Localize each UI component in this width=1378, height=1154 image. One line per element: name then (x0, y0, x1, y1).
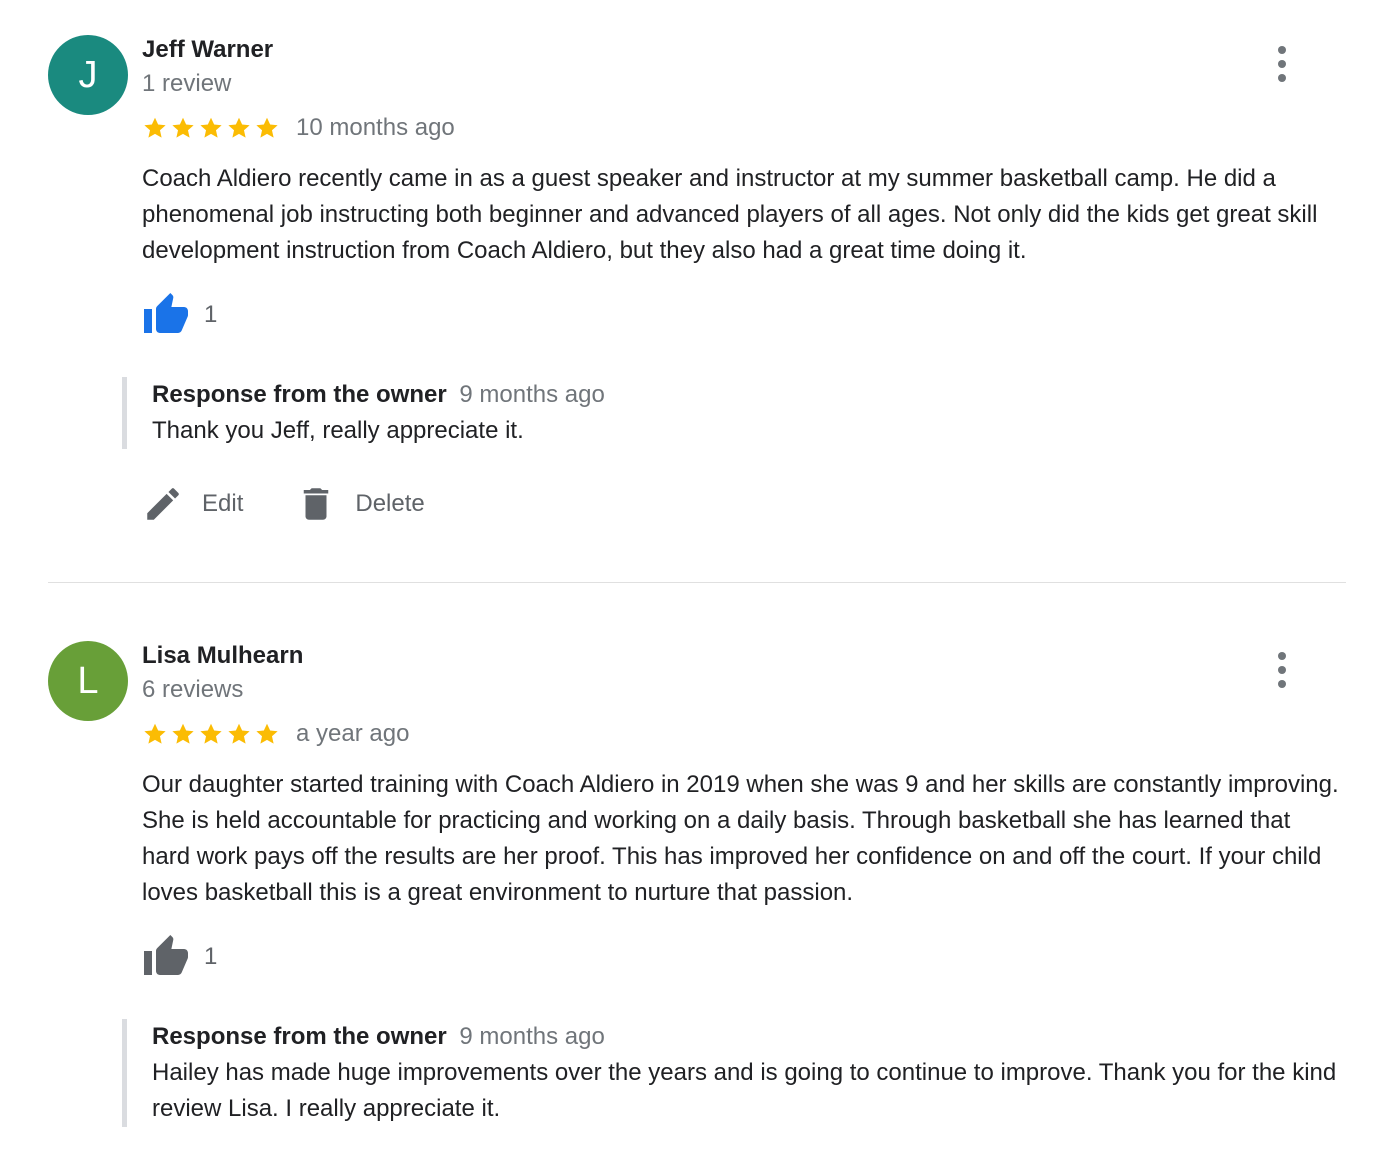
star-icon (144, 723, 166, 744)
delete-label: Delete (355, 490, 425, 517)
avatar[interactable]: L (48, 641, 128, 721)
more-dot-icon (1278, 46, 1286, 54)
owner-response-title: Response from the owner (152, 381, 447, 408)
review-text: Our daughter started training with Coach… (142, 771, 1339, 906)
review-text: Coach Aldiero recently came in as a gues… (142, 165, 1318, 264)
reviewer-review-count: 1 review (142, 70, 232, 97)
like-row: 1 (142, 933, 217, 981)
star-icon (228, 723, 250, 744)
more-dot-icon (1278, 60, 1286, 68)
star-rating (142, 115, 280, 141)
star-icon (200, 117, 222, 138)
reviewer-name[interactable]: Jeff Warner (142, 36, 273, 64)
star-icon (228, 117, 250, 138)
star-icon (172, 723, 194, 744)
owner-response-header: Response from the owner 9 months ago (152, 377, 1352, 413)
pencil-icon (147, 488, 179, 520)
owner-response-header: Response from the owner 9 months ago (152, 1019, 1352, 1055)
owner-response-text: Thank you Jeff, really appreciate it. (152, 417, 524, 444)
review-time: a year ago (296, 720, 410, 747)
avatar-initial: J (78, 53, 98, 96)
owner-response-time: 9 months ago (459, 381, 605, 408)
response-actions: Edit Delete (142, 483, 477, 525)
more-options-button[interactable] (1266, 42, 1298, 86)
delete-button[interactable]: Delete (295, 483, 425, 525)
rating-row: a year ago (142, 720, 409, 748)
owner-response: Response from the owner 9 months ago Hai… (122, 1019, 1352, 1127)
more-dot-icon (1278, 74, 1286, 82)
review-divider (48, 582, 1346, 583)
more-dot-icon (1278, 680, 1286, 688)
edit-button[interactable]: Edit (142, 483, 243, 525)
thumbs-up-icon[interactable] (142, 291, 190, 339)
star-rating (142, 721, 280, 747)
star-icon (256, 723, 278, 744)
reviewer-review-count: 6 reviews (142, 676, 244, 703)
review-time: 10 months ago (296, 114, 455, 141)
owner-response-text: Hailey has made huge improvements over t… (152, 1059, 1337, 1122)
star-icon (144, 117, 166, 138)
reviewer-name[interactable]: Lisa Mulhearn (142, 642, 303, 670)
star-icon (200, 723, 222, 744)
avatar[interactable]: J (48, 35, 128, 115)
edit-label: Edit (202, 490, 244, 517)
owner-response: Response from the owner 9 months ago Tha… (122, 377, 1352, 449)
more-dot-icon (1278, 666, 1286, 674)
more-options-button[interactable] (1266, 648, 1298, 692)
trash-icon (304, 488, 329, 520)
owner-response-time: 9 months ago (459, 1023, 605, 1050)
rating-row: 10 months ago (142, 114, 455, 142)
like-count: 1 (204, 943, 218, 970)
avatar-initial: L (77, 659, 99, 702)
like-count: 1 (204, 301, 218, 328)
star-icon (256, 117, 278, 138)
like-row: 1 (142, 291, 217, 339)
star-icon (172, 117, 194, 138)
more-dot-icon (1278, 652, 1286, 660)
thumbs-up-icon[interactable] (142, 933, 190, 981)
owner-response-title: Response from the owner (152, 1023, 447, 1050)
